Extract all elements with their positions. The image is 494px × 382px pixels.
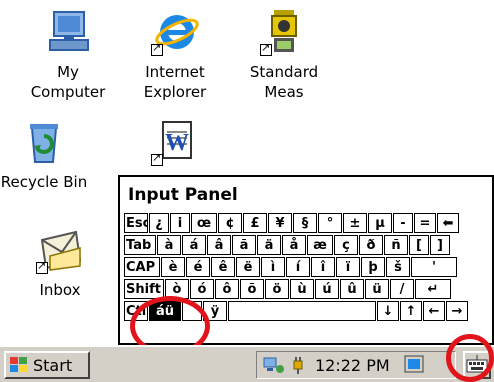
key[interactable]: œ — [191, 213, 217, 233]
inbox-icon — [36, 226, 84, 274]
key[interactable]: ó — [190, 279, 214, 299]
highlight-ring-keyboard-button — [446, 334, 494, 382]
key-enter[interactable]: ↵ — [415, 279, 451, 299]
desktop-icon-label: Inbox — [39, 281, 81, 299]
key[interactable]: ï — [336, 257, 360, 277]
shortcut-arrow-icon — [151, 41, 163, 56]
key[interactable]: ñ — [384, 235, 408, 255]
recycle-bin-icon — [20, 118, 68, 166]
key[interactable]: ö — [265, 279, 289, 299]
key[interactable]: ë — [236, 257, 260, 277]
key-caps[interactable]: CAP — [124, 257, 160, 277]
key-down[interactable]: ↓ — [377, 301, 399, 321]
key[interactable]: ä — [257, 235, 281, 255]
desktop-icon-label: Recycle Bin — [0, 173, 88, 191]
desktop-icon-standard-meas[interactable]: Standard Meas — [234, 8, 334, 102]
desktop: My Computer Internet Explorer — [0, 0, 494, 356]
shortcut-arrow-icon — [151, 151, 163, 166]
key[interactable]: µ — [368, 213, 392, 233]
key[interactable]: - — [393, 213, 413, 233]
survey-instrument-icon — [260, 8, 308, 56]
clock[interactable]: 12:22 PM — [315, 356, 390, 375]
windows-logo-icon — [9, 356, 29, 374]
key-right[interactable]: → — [446, 301, 468, 321]
key[interactable]: õ — [240, 279, 264, 299]
key[interactable]: § — [293, 213, 317, 233]
key[interactable]: ã — [232, 235, 256, 255]
key[interactable]: æ — [307, 235, 333, 255]
key[interactable]: ê — [211, 257, 235, 277]
desktop-icon-label: Standard Meas — [249, 63, 319, 101]
key-esc[interactable]: Esc — [124, 213, 148, 233]
keyboard-row-1: Esc ¿ i œ ¢ £ ¥ § ° ± µ - = ⬅ — [124, 213, 460, 233]
desktop-icon-word-document[interactable]: W — [125, 118, 225, 172]
internet-explorer-icon — [151, 8, 199, 56]
desktop-icon-label: My Computer — [30, 63, 106, 101]
key[interactable]: ¢ — [218, 213, 242, 233]
taskbar: Start 12:22 PM — [0, 345, 494, 382]
key[interactable]: þ — [361, 257, 385, 277]
system-tray: 12:22 PM — [256, 351, 456, 379]
start-label: Start — [33, 355, 73, 375]
input-panel-title: Input Panel — [128, 185, 238, 205]
key[interactable]: ô — [215, 279, 239, 299]
key[interactable]: / — [390, 279, 414, 299]
key[interactable]: ¥ — [268, 213, 292, 233]
key-space[interactable] — [228, 301, 376, 321]
key[interactable]: š — [386, 257, 410, 277]
power-plug-icon[interactable] — [289, 355, 307, 375]
word-document-icon: W — [151, 118, 199, 166]
key-tab[interactable]: Tab — [124, 235, 156, 255]
key[interactable]: â — [207, 235, 231, 255]
desktop-icon-inbox[interactable]: Inbox — [10, 226, 110, 300]
key[interactable]: i — [170, 213, 190, 233]
shortcut-arrow-icon — [260, 41, 272, 56]
key[interactable]: ü — [365, 279, 389, 299]
key[interactable]: á — [182, 235, 206, 255]
key[interactable]: ' — [411, 257, 457, 277]
svg-text:W: W — [165, 130, 189, 156]
key[interactable]: ¿ — [149, 213, 169, 233]
start-button[interactable]: Start — [4, 351, 90, 379]
my-computer-icon — [44, 8, 92, 56]
key[interactable]: û — [340, 279, 364, 299]
key[interactable]: ç — [334, 235, 358, 255]
key-shift[interactable]: Shift — [124, 279, 164, 299]
desktop-icon-internet-explorer[interactable]: Internet Explorer — [125, 8, 225, 102]
key[interactable]: í — [286, 257, 310, 277]
key[interactable]: é — [186, 257, 210, 277]
key-up[interactable]: ↑ — [400, 301, 422, 321]
key[interactable]: [ — [409, 235, 429, 255]
keyboard-row-3: CAP è é ê ë ì í î ï þ š ' — [124, 257, 458, 277]
connectivity-icon[interactable] — [263, 355, 285, 375]
key-backspace[interactable]: ⬅ — [437, 213, 459, 233]
shortcut-arrow-icon — [36, 259, 48, 274]
key[interactable]: î — [311, 257, 335, 277]
desktop-icon-my-computer[interactable]: My Computer — [18, 8, 118, 102]
key[interactable]: å — [282, 235, 306, 255]
key[interactable]: ± — [343, 213, 367, 233]
key[interactable]: ú — [315, 279, 339, 299]
key[interactable]: à — [157, 235, 181, 255]
desktop-shortcut-icon[interactable] — [404, 354, 426, 376]
key[interactable]: è — [161, 257, 185, 277]
key[interactable]: £ — [243, 213, 267, 233]
key[interactable]: ì — [261, 257, 285, 277]
key-left[interactable]: ← — [423, 301, 445, 321]
desktop-icon-label: Internet Explorer — [143, 63, 207, 101]
key[interactable]: = — [414, 213, 436, 233]
desktop-icon-recycle-bin[interactable]: Recycle Bin — [0, 118, 94, 192]
key[interactable]: ð — [359, 235, 383, 255]
key[interactable]: ° — [318, 213, 342, 233]
key[interactable]: ] — [430, 235, 450, 255]
keyboard-row-2: Tab à á â ã ä å æ ç ð ñ [ ] — [124, 235, 451, 255]
key[interactable]: ù — [290, 279, 314, 299]
